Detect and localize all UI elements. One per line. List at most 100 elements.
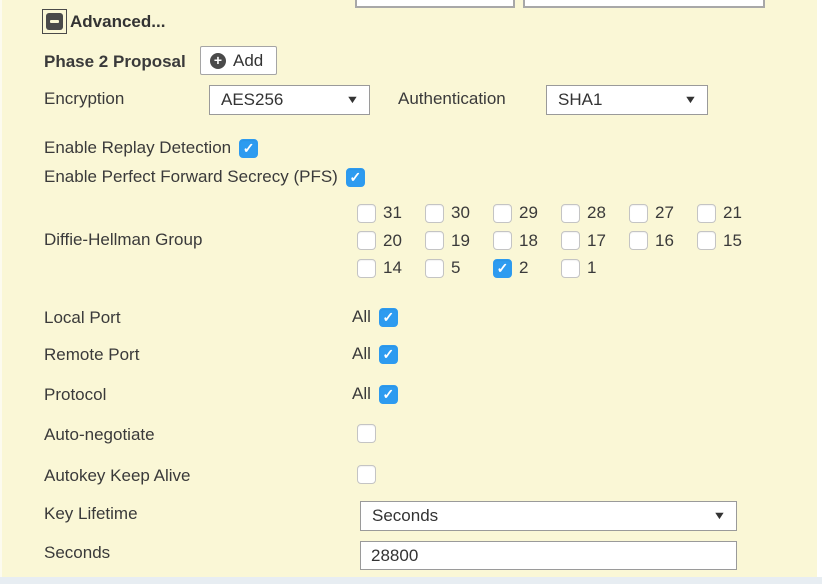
- dh-group-number-label: 14: [383, 258, 402, 278]
- dropdown-arrow-icon: ▼: [712, 510, 726, 522]
- remote-port-label: Remote Port: [44, 345, 139, 365]
- dh-group-checkbox-1[interactable]: [561, 259, 580, 278]
- add-button-label: Add: [233, 51, 263, 71]
- pfs-row: Enable Perfect Forward Secrecy (PFS): [44, 167, 365, 187]
- dh-group-option-18: 18: [493, 231, 561, 251]
- seconds-label: Seconds: [44, 543, 110, 563]
- dh-group-option-1: 1: [561, 258, 629, 278]
- bottom-strip: [0, 577, 822, 584]
- autokey-keep-alive-label: Autokey Keep Alive: [44, 466, 190, 486]
- auto-negotiate-checkbox[interactable]: [357, 424, 376, 443]
- authentication-label: Authentication: [398, 89, 506, 109]
- dropdown-arrow-icon: ▼: [683, 94, 697, 106]
- local-port-all-checkbox[interactable]: [379, 308, 398, 327]
- dh-group-checkbox-17[interactable]: [561, 231, 580, 250]
- dh-group-label: Diffie-Hellman Group: [44, 230, 202, 250]
- dh-group-checkbox-2[interactable]: [493, 259, 512, 278]
- dh-group-option-21: 21: [697, 203, 765, 223]
- dh-group-checkbox-27[interactable]: [629, 204, 648, 223]
- authentication-select-value: SHA1: [558, 90, 602, 110]
- plus-circle-icon: +: [210, 53, 226, 69]
- protocol-all-row: All: [352, 384, 398, 404]
- dh-group-option-19: 19: [425, 231, 493, 251]
- dh-group-checkbox-18[interactable]: [493, 231, 512, 250]
- dh-group-number-label: 29: [519, 203, 538, 223]
- add-proposal-button[interactable]: + Add: [200, 46, 277, 75]
- local-port-label: Local Port: [44, 308, 121, 328]
- dh-group-number-label: 15: [723, 231, 742, 251]
- right-edge-strip: [817, 0, 822, 584]
- left-edge-strip: [0, 0, 2, 584]
- dh-group-checkbox-5[interactable]: [425, 259, 444, 278]
- key-lifetime-label: Key Lifetime: [44, 504, 138, 524]
- protocol-all-label: All: [352, 384, 371, 404]
- replay-detection-label: Enable Replay Detection: [44, 138, 231, 158]
- dh-group-number-label: 28: [587, 203, 606, 223]
- dh-group-number-label: 27: [655, 203, 674, 223]
- dh-group-checkbox-29[interactable]: [493, 204, 512, 223]
- dh-group-option-16: 16: [629, 231, 697, 251]
- protocol-label: Protocol: [44, 385, 106, 405]
- dh-group-number-label: 19: [451, 231, 470, 251]
- dh-group-checkbox-21[interactable]: [697, 204, 716, 223]
- dh-group-checkbox-19[interactable]: [425, 231, 444, 250]
- dh-group-row: 20 19 18 17 16 15: [357, 231, 765, 251]
- dh-group-number-label: 20: [383, 231, 402, 251]
- dh-group-checkbox-14[interactable]: [357, 259, 376, 278]
- dh-group-number-label: 17: [587, 231, 606, 251]
- dh-group-checkbox-31[interactable]: [357, 204, 376, 223]
- dh-group-row: 14 5 2 1: [357, 258, 765, 278]
- dh-group-option-17: 17: [561, 231, 629, 251]
- encryption-select[interactable]: AES256 ▼: [209, 85, 370, 115]
- dh-group-row: 31 30 29 28 27 21: [357, 203, 765, 223]
- dh-group-checkbox-16[interactable]: [629, 231, 648, 250]
- dh-group-checkbox-15[interactable]: [697, 231, 716, 250]
- replay-detection-checkbox[interactable]: [239, 139, 258, 158]
- dropdown-arrow-icon: ▼: [345, 94, 359, 106]
- autokey-keep-alive-checkbox[interactable]: [357, 465, 376, 484]
- dh-group-option-31: 31: [357, 203, 425, 223]
- pfs-checkbox[interactable]: [346, 168, 365, 187]
- dh-group-number-label: 2: [519, 258, 528, 278]
- local-port-all-label: All: [352, 307, 371, 327]
- dh-group-checkbox-30[interactable]: [425, 204, 444, 223]
- dh-group-checkbox-28[interactable]: [561, 204, 580, 223]
- seconds-input[interactable]: [360, 541, 737, 570]
- local-port-all-row: All: [352, 307, 398, 327]
- advanced-label: Advanced...: [70, 12, 165, 32]
- dh-group-option-15: 15: [697, 231, 765, 251]
- key-lifetime-select[interactable]: Seconds ▼: [360, 501, 737, 531]
- dh-group-option-20: 20: [357, 231, 425, 251]
- top-cutoff-input-left[interactable]: [355, 0, 515, 8]
- collapse-minus-icon[interactable]: [42, 9, 67, 34]
- dh-group-grid: 31302928272120191817161514521: [357, 203, 765, 278]
- dh-group-number-label: 5: [451, 258, 460, 278]
- encryption-select-value: AES256: [221, 90, 283, 110]
- remote-port-all-row: All: [352, 344, 398, 364]
- dh-group-number-label: 30: [451, 203, 470, 223]
- remote-port-all-label: All: [352, 344, 371, 364]
- replay-detection-row: Enable Replay Detection: [44, 138, 258, 158]
- dh-group-option-27: 27: [629, 203, 697, 223]
- dh-group-checkbox-20[interactable]: [357, 231, 376, 250]
- dh-group-option-5: 5: [425, 258, 493, 278]
- key-lifetime-select-value: Seconds: [372, 506, 438, 526]
- advanced-toggle[interactable]: Advanced...: [42, 9, 165, 34]
- dh-group-option-2: 2: [493, 258, 561, 278]
- encryption-label: Encryption: [44, 89, 124, 109]
- top-cutoff-input-right[interactable]: [523, 0, 765, 8]
- dh-group-number-label: 31: [383, 203, 402, 223]
- dh-group-option-14: 14: [357, 258, 425, 278]
- phase2-proposal-label: Phase 2 Proposal: [44, 52, 186, 72]
- remote-port-all-checkbox[interactable]: [379, 345, 398, 364]
- dh-group-option-29: 29: [493, 203, 561, 223]
- dh-group-option-30: 30: [425, 203, 493, 223]
- dh-group-number-label: 18: [519, 231, 538, 251]
- authentication-select[interactable]: SHA1 ▼: [546, 85, 708, 115]
- dh-group-number-label: 1: [587, 258, 596, 278]
- dh-group-number-label: 16: [655, 231, 674, 251]
- dh-group-option-28: 28: [561, 203, 629, 223]
- pfs-label: Enable Perfect Forward Secrecy (PFS): [44, 167, 338, 187]
- auto-negotiate-label: Auto-negotiate: [44, 425, 155, 445]
- protocol-all-checkbox[interactable]: [379, 385, 398, 404]
